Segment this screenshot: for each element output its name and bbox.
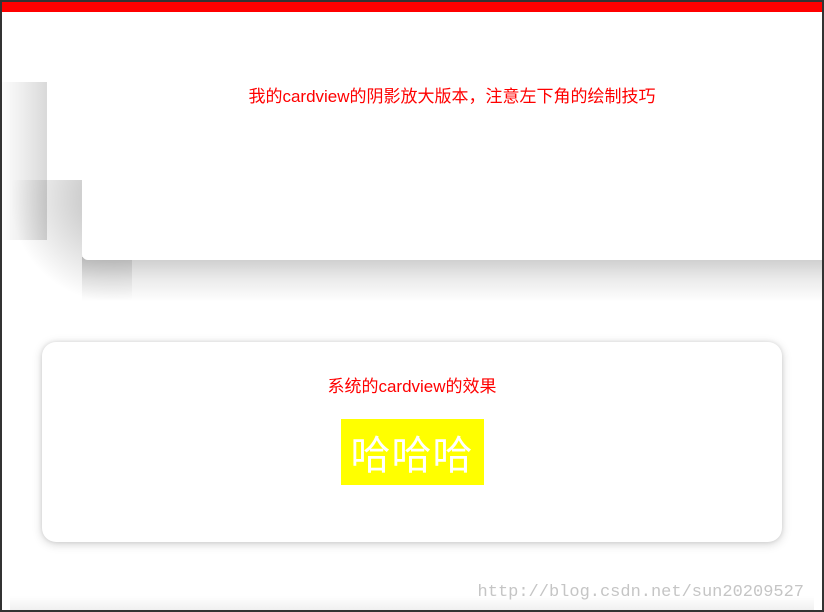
custom-cardview: 我的cardview的阴影放大版本，注意左下角的绘制技巧 xyxy=(82,12,822,260)
highlight-text-block: 哈哈哈 xyxy=(341,419,484,485)
system-card-caption: 系统的cardview的效果 xyxy=(42,372,782,397)
custom-card-caption: 我的cardview的阴影放大版本，注意左下角的绘制技巧 xyxy=(248,87,655,106)
content-area: 我的cardview的阴影放大版本，注意左下角的绘制技巧 系统的cardview… xyxy=(2,12,822,610)
custom-cardview-container: 我的cardview的阴影放大版本，注意左下角的绘制技巧 xyxy=(12,12,822,260)
system-cardview: 系统的cardview的效果 哈哈哈 xyxy=(42,342,782,542)
top-red-bar xyxy=(2,2,822,12)
watermark-text: http://blog.csdn.net/sun20209527 xyxy=(478,583,804,602)
custom-card-shadow-bottom xyxy=(82,257,822,302)
